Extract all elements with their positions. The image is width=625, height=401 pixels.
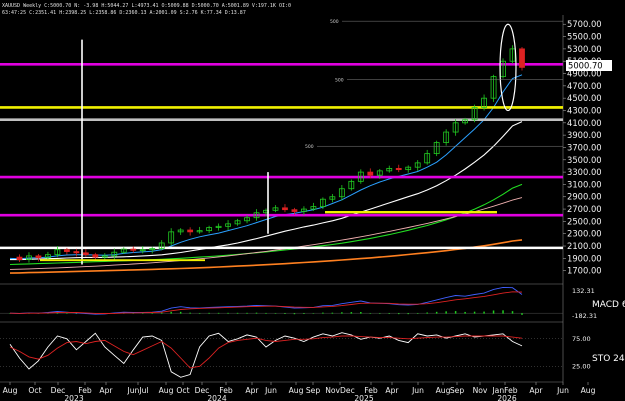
time-tick-label: Apr (99, 386, 113, 395)
year-label: 2023 (64, 394, 83, 401)
price-tick-label: 3500.00 (567, 155, 602, 165)
time-tick-label: Apr (529, 386, 543, 395)
price-tick-label: 4700.00 (567, 81, 602, 91)
fib-level-label: 500 (335, 78, 344, 84)
sto-title: STO 24 (592, 354, 625, 364)
highlight-ellipse (499, 23, 517, 112)
candle-body (395, 168, 402, 171)
candle-body (16, 256, 23, 260)
time-tick-label: NovDec (325, 386, 355, 395)
macd-title: MACD 6 (592, 300, 625, 310)
time-tick-label: Oct (28, 386, 41, 395)
macd-signal-line (9, 291, 523, 314)
year-label: 2025 (354, 394, 373, 401)
price-tick-label: 1900.00 (567, 253, 602, 263)
time-tick-label: Dec (51, 386, 66, 395)
moving-average-lines (9, 74, 523, 274)
chart-header-indicators: 63:47:25 C:2351.41 H:2398.25 L:2358.86 D… (2, 10, 246, 16)
price-tick-label: 2100.00 (567, 241, 602, 251)
price-tick-label: 2300.00 (567, 229, 602, 239)
time-tick-label: Aug (436, 386, 451, 395)
ma-blue-line (9, 74, 523, 260)
macd-tick-label: -182.31 (572, 312, 597, 320)
candle-body (82, 252, 89, 256)
time-tick-label: Oct (176, 386, 189, 395)
price-tick-label: 2700.00 (567, 204, 602, 214)
price-tick-label: 2500.00 (567, 216, 602, 226)
candle-body (519, 48, 525, 68)
time-tick-label: Sep (306, 386, 320, 395)
price-tick-label: 3700.00 (567, 142, 602, 152)
price-tick-label: 3900.00 (567, 130, 602, 140)
time-tick-label: Apr (245, 386, 259, 395)
price-tick-label: 5700.00 (567, 19, 602, 29)
price-tick-label: 4100.00 (567, 118, 602, 128)
chart-header-ohlc: XAUUSD Weekly C:5000.70 N: -3.98 H:5044.… (2, 3, 291, 9)
last-price-label: 5000.70 (568, 61, 603, 71)
sto-tick-label: 75.00 (572, 335, 591, 343)
sto-tick-label: 25.00 (572, 362, 591, 370)
candle-body (291, 209, 298, 212)
macd-pane: 132.31 -182.31 (0, 286, 597, 320)
candle-body (187, 229, 194, 233)
time-tick-label: Aug (581, 386, 596, 395)
pane-frames (0, 15, 564, 383)
time-tick-label: JunJul (126, 386, 148, 395)
fib-level-label: 500 (305, 144, 314, 150)
time-tick-label: Jun (411, 386, 424, 395)
time-tick-label: Aug (289, 386, 304, 395)
sto-k-line (9, 332, 523, 378)
price-tick-label: 4500.00 (567, 93, 602, 103)
price-tick-label: 3100.00 (567, 179, 602, 189)
time-axis[interactable]: Aug Oct Dec Feb Apr JunJul Aug Oct Dec Feb Apr Jun A… (3, 382, 596, 401)
price-axis[interactable]: 5700.005500.005300.005100.004900.004700.… (563, 19, 602, 276)
candle-body (130, 248, 137, 251)
ma-orange-line (9, 239, 523, 274)
candle-body (92, 254, 99, 258)
candle-body (73, 251, 80, 254)
year-label: 2026 (497, 394, 516, 401)
horizontal-levels (0, 62, 563, 250)
year-label: 2024 (207, 394, 226, 401)
time-tick-label: Sep (450, 386, 464, 395)
price-tick-label: 4300.00 (567, 105, 602, 115)
time-tick-label: Nov (473, 386, 488, 395)
macd-line (9, 286, 523, 315)
candle-body (63, 249, 70, 252)
time-tick-label: Apr (385, 386, 399, 395)
time-tick-label: Aug (159, 386, 174, 395)
price-tick-label: 5300.00 (567, 44, 602, 54)
time-tick-label: Jun (264, 386, 277, 395)
price-tick-label: 1700.00 (567, 266, 602, 276)
ma-pink-line (9, 197, 523, 270)
macd-tick-label: 132.31 (572, 287, 595, 295)
price-candles (16, 45, 525, 263)
candle-body (282, 207, 288, 211)
time-tick-label: Jun (556, 386, 569, 395)
candle-body (35, 255, 42, 259)
stochastic-pane: 75.00 25.00 (0, 332, 591, 378)
price-tick-label: 2900.00 (567, 192, 602, 202)
price-tick-label: 3300.00 (567, 167, 602, 177)
time-tick-label: Aug (3, 386, 18, 395)
price-tick-label: 5500.00 (567, 32, 602, 42)
fib-level-label: 500 (330, 19, 339, 25)
xauusd-chart-canvas[interactable]: XAUUSD Weekly C:5000.70 N: -3.98 H:5044.… (0, 0, 625, 401)
candle-body (367, 171, 374, 176)
